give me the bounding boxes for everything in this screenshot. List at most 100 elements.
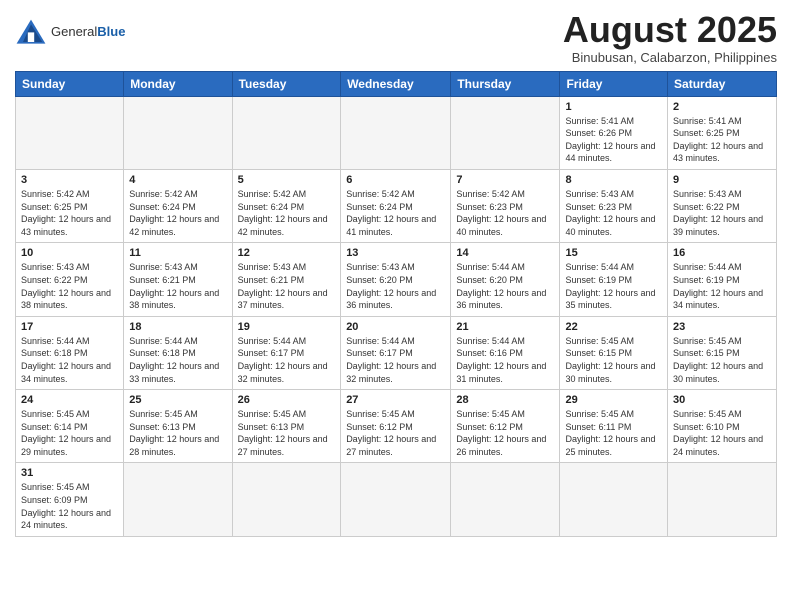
day-number: 11 [129, 247, 226, 259]
day-number: 29 [565, 394, 662, 406]
day-number: 17 [21, 321, 118, 333]
day-number: 4 [129, 174, 226, 186]
logo-text: GeneralBlue [51, 25, 125, 39]
calendar-cell: 30 Sunrise: 5:45 AM Sunset: 6:10 PM Dayli… [668, 390, 777, 463]
day-info: Sunrise: 5:42 AM Sunset: 6:23 PM Dayligh… [456, 188, 554, 238]
calendar-cell: 31 Sunrise: 5:45 AM Sunset: 6:09 PM Dayli… [16, 463, 124, 536]
day-info: Sunrise: 5:45 AM Sunset: 6:10 PM Dayligh… [673, 408, 771, 458]
day-info: Sunrise: 5:43 AM Sunset: 6:22 PM Dayligh… [673, 188, 771, 238]
day-info: Sunrise: 5:43 AM Sunset: 6:22 PM Dayligh… [21, 261, 118, 311]
day-info: Sunrise: 5:43 AM Sunset: 6:23 PM Dayligh… [565, 188, 662, 238]
calendar-cell [560, 463, 668, 536]
calendar-cell [341, 96, 451, 169]
weekday-header-friday: Friday [560, 71, 668, 96]
logo: GeneralBlue [15, 18, 125, 46]
weekday-header-monday: Monday [124, 71, 232, 96]
calendar-cell [124, 96, 232, 169]
calendar-cell [124, 463, 232, 536]
weekday-header-saturday: Saturday [668, 71, 777, 96]
day-number: 27 [346, 394, 445, 406]
calendar-cell: 14Sunrise: 5:44 AM Sunset: 6:20 PM Dayli… [451, 243, 560, 316]
calendar-cell: 6 Sunrise: 5:42 AM Sunset: 6:24 PM Daylig… [341, 169, 451, 242]
weekday-header-tuesday: Tuesday [232, 71, 341, 96]
day-info: Sunrise: 5:42 AM Sunset: 6:24 PM Dayligh… [346, 188, 445, 238]
day-number: 16 [673, 247, 771, 259]
day-info: Sunrise: 5:44 AM Sunset: 6:17 PM Dayligh… [346, 335, 445, 385]
calendar-week-row: 10 Sunrise: 5:43 AM Sunset: 6:22 PM Dayli… [16, 243, 777, 316]
day-info: Sunrise: 5:45 AM Sunset: 6:11 PM Dayligh… [565, 408, 662, 458]
month-year-title: August 2025 [563, 10, 777, 50]
day-info: Sunrise: 5:43 AM Sunset: 6:20 PM Dayligh… [346, 261, 445, 311]
calendar-cell: 5Sunrise: 5:42 AM Sunset: 6:24 PM Daylig… [232, 169, 341, 242]
calendar-cell: 12 Sunrise: 5:43 AM Sunset: 6:21 PM Dayli… [232, 243, 341, 316]
calendar-header-row: SundayMondayTuesdayWednesdayThursdayFrid… [16, 71, 777, 96]
weekday-header-sunday: Sunday [16, 71, 124, 96]
calendar-week-row: 24Sunrise: 5:45 AM Sunset: 6:14 PM Dayli… [16, 390, 777, 463]
day-info: Sunrise: 5:43 AM Sunset: 6:21 PM Dayligh… [238, 261, 336, 311]
calendar-cell: 3 Sunrise: 5:42 AM Sunset: 6:25 PM Daylig… [16, 169, 124, 242]
day-number: 12 [238, 247, 336, 259]
day-number: 2 [673, 101, 771, 113]
day-info: Sunrise: 5:44 AM Sunset: 6:19 PM Dayligh… [673, 261, 771, 311]
calendar-cell: 27Sunrise: 5:45 AM Sunset: 6:12 PM Dayli… [341, 390, 451, 463]
calendar-cell: 24Sunrise: 5:45 AM Sunset: 6:14 PM Dayli… [16, 390, 124, 463]
calendar-cell [232, 463, 341, 536]
day-number: 18 [129, 321, 226, 333]
calendar-cell: 8 Sunrise: 5:43 AM Sunset: 6:23 PM Daylig… [560, 169, 668, 242]
day-number: 28 [456, 394, 554, 406]
day-info: Sunrise: 5:45 AM Sunset: 6:12 PM Dayligh… [456, 408, 554, 458]
day-number: 30 [673, 394, 771, 406]
day-number: 21 [456, 321, 554, 333]
calendar-cell: 29 Sunrise: 5:45 AM Sunset: 6:11 PM Dayli… [560, 390, 668, 463]
calendar-week-row: 31 Sunrise: 5:45 AM Sunset: 6:09 PM Dayli… [16, 463, 777, 536]
calendar-cell: 13Sunrise: 5:43 AM Sunset: 6:20 PM Dayli… [341, 243, 451, 316]
calendar-cell [451, 96, 560, 169]
calendar-cell: 28 Sunrise: 5:45 AM Sunset: 6:12 PM Dayli… [451, 390, 560, 463]
calendar-cell: 23Sunrise: 5:45 AM Sunset: 6:15 PM Dayli… [668, 316, 777, 389]
day-info: Sunrise: 5:44 AM Sunset: 6:16 PM Dayligh… [456, 335, 554, 385]
calendar-cell: 16 Sunrise: 5:44 AM Sunset: 6:19 PM Dayli… [668, 243, 777, 316]
day-info: Sunrise: 5:42 AM Sunset: 6:25 PM Dayligh… [21, 188, 118, 238]
calendar-cell: 2 Sunrise: 5:41 AM Sunset: 6:25 PM Daylig… [668, 96, 777, 169]
day-number: 10 [21, 247, 118, 259]
day-info: Sunrise: 5:41 AM Sunset: 6:26 PM Dayligh… [565, 115, 662, 165]
day-number: 9 [673, 174, 771, 186]
calendar-cell: 9 Sunrise: 5:43 AM Sunset: 6:22 PM Daylig… [668, 169, 777, 242]
day-info: Sunrise: 5:44 AM Sunset: 6:17 PM Dayligh… [238, 335, 336, 385]
calendar-cell: 1 Sunrise: 5:41 AM Sunset: 6:26 PM Daylig… [560, 96, 668, 169]
calendar-cell: 20 Sunrise: 5:44 AM Sunset: 6:17 PM Dayli… [341, 316, 451, 389]
day-info: Sunrise: 5:42 AM Sunset: 6:24 PM Dayligh… [129, 188, 226, 238]
calendar-cell: 15Sunrise: 5:44 AM Sunset: 6:19 PM Dayli… [560, 243, 668, 316]
day-number: 1 [565, 101, 662, 113]
location-subtitle: Binubusan, Calabarzon, Philippines [563, 50, 777, 65]
day-number: 31 [21, 467, 118, 479]
day-number: 8 [565, 174, 662, 186]
day-number: 26 [238, 394, 336, 406]
day-number: 6 [346, 174, 445, 186]
title-area: August 2025 Binubusan, Calabarzon, Phili… [563, 10, 777, 65]
day-number: 23 [673, 321, 771, 333]
day-info: Sunrise: 5:41 AM Sunset: 6:25 PM Dayligh… [673, 115, 771, 165]
calendar-cell [341, 463, 451, 536]
calendar-cell [451, 463, 560, 536]
day-number: 7 [456, 174, 554, 186]
calendar-cell: 19Sunrise: 5:44 AM Sunset: 6:17 PM Dayli… [232, 316, 341, 389]
day-info: Sunrise: 5:45 AM Sunset: 6:13 PM Dayligh… [238, 408, 336, 458]
day-number: 3 [21, 174, 118, 186]
day-info: Sunrise: 5:45 AM Sunset: 6:13 PM Dayligh… [129, 408, 226, 458]
calendar-cell: 17 Sunrise: 5:44 AM Sunset: 6:18 PM Dayli… [16, 316, 124, 389]
calendar-cell [16, 96, 124, 169]
day-info: Sunrise: 5:45 AM Sunset: 6:14 PM Dayligh… [21, 408, 118, 458]
calendar-cell: 18Sunrise: 5:44 AM Sunset: 6:18 PM Dayli… [124, 316, 232, 389]
calendar-cell: 11Sunrise: 5:43 AM Sunset: 6:21 PM Dayli… [124, 243, 232, 316]
calendar-cell: 26 Sunrise: 5:45 AM Sunset: 6:13 PM Dayli… [232, 390, 341, 463]
calendar-cell: 21 Sunrise: 5:44 AM Sunset: 6:16 PM Dayli… [451, 316, 560, 389]
day-info: Sunrise: 5:44 AM Sunset: 6:18 PM Dayligh… [21, 335, 118, 385]
day-info: Sunrise: 5:45 AM Sunset: 6:09 PM Dayligh… [21, 481, 118, 531]
weekday-header-thursday: Thursday [451, 71, 560, 96]
day-number: 20 [346, 321, 445, 333]
calendar-cell [668, 463, 777, 536]
day-info: Sunrise: 5:45 AM Sunset: 6:15 PM Dayligh… [565, 335, 662, 385]
weekday-header-wednesday: Wednesday [341, 71, 451, 96]
calendar-table: SundayMondayTuesdayWednesdayThursdayFrid… [15, 71, 777, 537]
